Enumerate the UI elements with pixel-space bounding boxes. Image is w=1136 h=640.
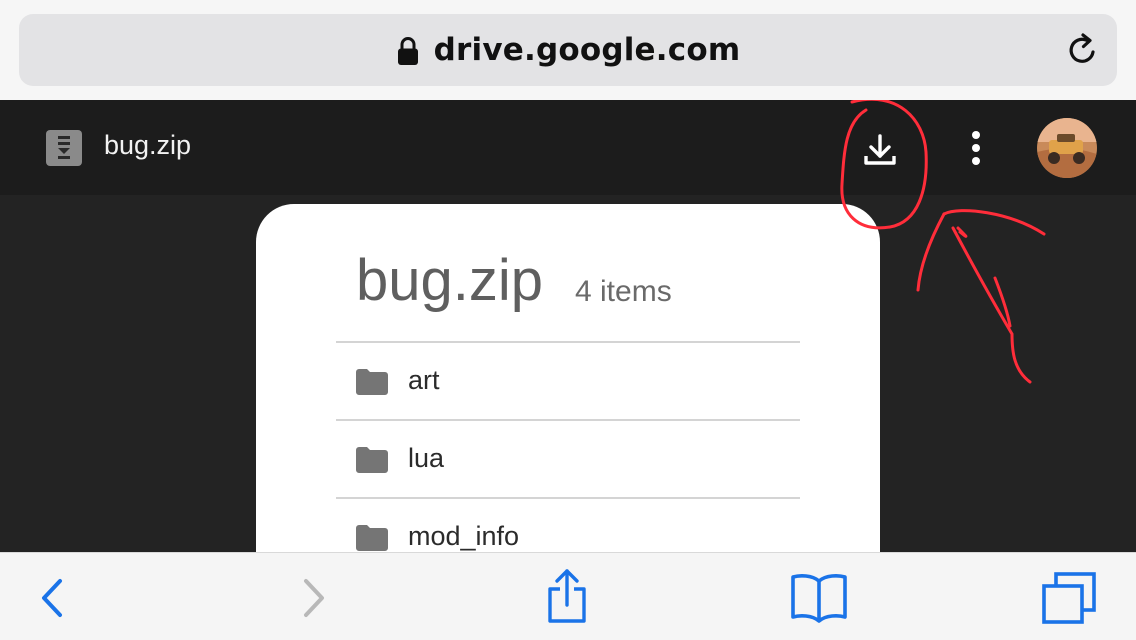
tabs-button[interactable] [1040, 571, 1098, 625]
zip-contents-card: bug.zip 4 items art lua mod_info [256, 204, 880, 552]
address-bar[interactable]: drive.google.com [19, 14, 1117, 86]
safari-top-bar: drive.google.com [0, 0, 1136, 100]
preview-header: bug.zip [0, 100, 1136, 195]
download-button[interactable] [858, 128, 902, 172]
list-item-label: mod_info [408, 521, 520, 551]
item-count: 4 items [575, 275, 672, 308]
avatar-image [1037, 118, 1097, 178]
list-item-lua[interactable]: lua [336, 421, 800, 499]
share-button[interactable] [544, 567, 590, 625]
file-icon [46, 130, 82, 166]
more-options-button[interactable] [960, 126, 992, 172]
list-item-label: lua [408, 443, 445, 473]
download-icon [864, 134, 896, 165]
forward-icon [304, 579, 324, 617]
bookmarks-icon [791, 574, 847, 623]
reload-icon[interactable] [1065, 32, 1101, 68]
list-item-mod-info[interactable]: mod_info [336, 499, 800, 552]
more-vert-icon [972, 131, 980, 165]
list-item-label: art [408, 365, 440, 395]
address-content: drive.google.com [19, 14, 1117, 86]
folder-icon [356, 369, 388, 395]
url-text: drive.google.com [433, 32, 741, 68]
back-icon [42, 579, 62, 617]
tabs-icon [1042, 572, 1096, 624]
bookmarks-button[interactable] [790, 571, 848, 623]
drive-preview: bug.zip bug.zip 4 items art lua mod_info [0, 100, 1136, 552]
back-button[interactable] [36, 577, 70, 619]
avatar[interactable] [1037, 118, 1097, 178]
folder-icon [356, 447, 388, 473]
share-icon [548, 569, 586, 623]
lock-icon [397, 37, 418, 65]
folder-icon [356, 525, 388, 551]
file-title: bug.zip [104, 130, 192, 160]
zip-title: bug.zip [356, 248, 544, 313]
list-item-art[interactable]: art [336, 343, 800, 421]
forward-button[interactable] [296, 577, 330, 619]
safari-bottom-toolbar [0, 552, 1136, 640]
